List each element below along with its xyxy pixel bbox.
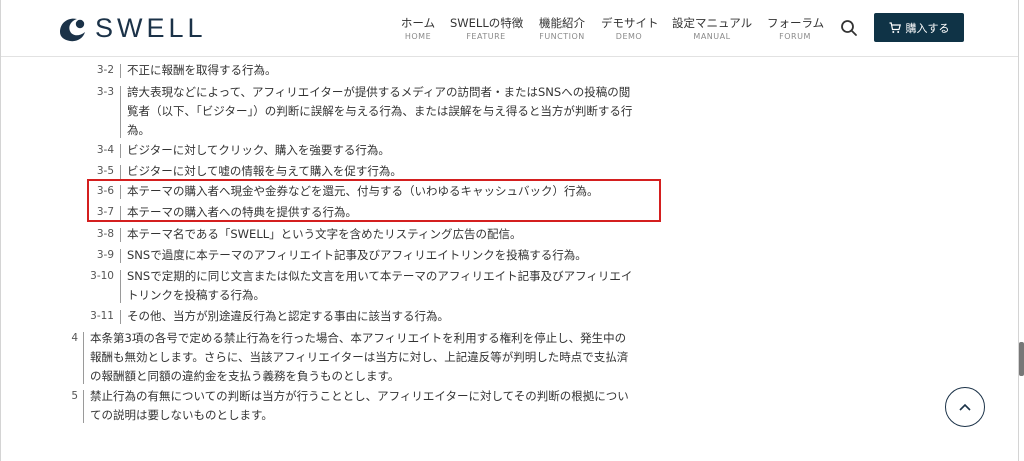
nav-label: ホーム (400, 16, 436, 30)
item-text-line: ての説明は要しないものとします。 (90, 408, 273, 422)
item-text-line: ビジターに対してクリック、購入を強要する行為。 (127, 143, 390, 157)
item-number: 3-4 (96, 144, 114, 156)
buy-button[interactable]: 購入する (874, 13, 964, 42)
search-button[interactable] (839, 18, 859, 38)
item-divider (120, 86, 121, 138)
item-text-line: 報酬も無効とします。さらに、当該アフィリエイターは当方に対し、上記違反等が判明し… (90, 350, 629, 364)
nav-label: 設定マニュアル (672, 16, 753, 30)
terms-content: 3-2 不正に報酬を取得する行為。 3-3 誇大表現などによって、アフィリエイタ… (0, 56, 1017, 461)
item-number: 3-9 (96, 249, 114, 261)
item-number: 3-2 (96, 64, 114, 76)
item-text-line: 禁止行為の有無についての判断は当方が行うこととし、アフィリエイターに対してその判… (90, 389, 629, 403)
item-number: 3-11 (90, 310, 114, 322)
nav-label: 機能紹介 (539, 16, 585, 30)
nav-label: フォーラム (767, 16, 825, 30)
nav-function[interactable]: 機能紹介 FUNCTION (538, 16, 586, 43)
item-divider (120, 228, 121, 242)
item-text-line: SNSで過度に本テーマのアフィリエイト記事及びアフィリエイトリンクを投稿する行為… (127, 248, 587, 262)
nav-sub: HOME (404, 32, 432, 41)
chevron-up-icon (959, 403, 971, 411)
item-number: 3-3 (96, 86, 114, 98)
nav-demo[interactable]: デモサイト DEMO (601, 16, 659, 43)
item-divider (120, 310, 121, 324)
item-divider (120, 249, 121, 263)
scrollbar-track[interactable] (1019, 0, 1024, 461)
item-number: 3-10 (90, 270, 114, 282)
item-divider (120, 64, 121, 78)
nav-sub: MANUAL (693, 32, 731, 41)
nav-home[interactable]: ホーム HOME (400, 16, 436, 43)
nav-sub: FEATURE (466, 32, 506, 41)
nav-manual[interactable]: 設定マニュアル MANUAL (672, 16, 752, 43)
item-divider (120, 270, 121, 303)
item-divider (120, 165, 121, 179)
nav-label: デモサイト (601, 16, 659, 30)
scrollbar-thumb[interactable] (1019, 342, 1024, 376)
cart-icon (889, 21, 901, 33)
item-text-line: 誇大表現などによって、アフィリエイターが提供するメディアの訪問者・またはSNSへ… (127, 85, 631, 99)
nav-label: SWELLの特徴 (450, 16, 524, 30)
item-text-line: 覧者（以下、「ビジター」）の判断に誤解を与える行為、または誤解を与え得ると当方が… (127, 104, 633, 118)
item-text-line: SNSで定期的に同じ文言または似た文言を用いて本テーマのアフィリエイト記事及びア… (127, 269, 633, 283)
wave-logo-icon (60, 18, 85, 42)
item-number: 5 (71, 390, 78, 402)
item-text-line: トリンクを投稿する行為。 (127, 288, 265, 302)
nav-sub: FUNCTION (539, 32, 585, 41)
item-text-line: 不正に報酬を取得する行為。 (127, 63, 277, 77)
item-number: 4 (71, 332, 78, 344)
nav-sub: FORUM (779, 32, 811, 41)
item-text-line: 本テーマ名である「SWELL」という文字を含めたリスティング広告の配信。 (127, 227, 522, 241)
item-divider (83, 390, 84, 423)
item-text-line: の報酬額と同額の違約金を支払う義務を負うものとします。 (90, 369, 400, 383)
item-divider (120, 144, 121, 158)
item-text-line: 為。 (127, 123, 150, 137)
highlight-box (87, 179, 661, 222)
item-divider (83, 332, 84, 384)
logo-text: SWELL (95, 12, 207, 43)
search-icon (841, 20, 857, 36)
buy-button-label: 購入する (905, 21, 950, 35)
item-text-line: 本条第3項の各号で定める禁止行為を行った場合、本アフィリエイトを利用する権利を停… (90, 331, 627, 345)
nav-forum[interactable]: フォーラム FORUM (767, 16, 825, 43)
nav-feature[interactable]: SWELLの特徴 FEATURE (450, 16, 524, 43)
back-to-top-button[interactable] (945, 387, 985, 427)
item-number: 3-8 (96, 228, 114, 240)
site-logo[interactable]: SWELL (57, 12, 207, 44)
site-header: SWELL ホーム HOME SWELLの特徴 FEATURE 機能紹介 FUN… (1, 0, 1018, 57)
item-text-line: その他、当方が別途違反行為と認定する事由に該当する行為。 (127, 309, 449, 323)
nav-sub: DEMO (615, 32, 643, 41)
